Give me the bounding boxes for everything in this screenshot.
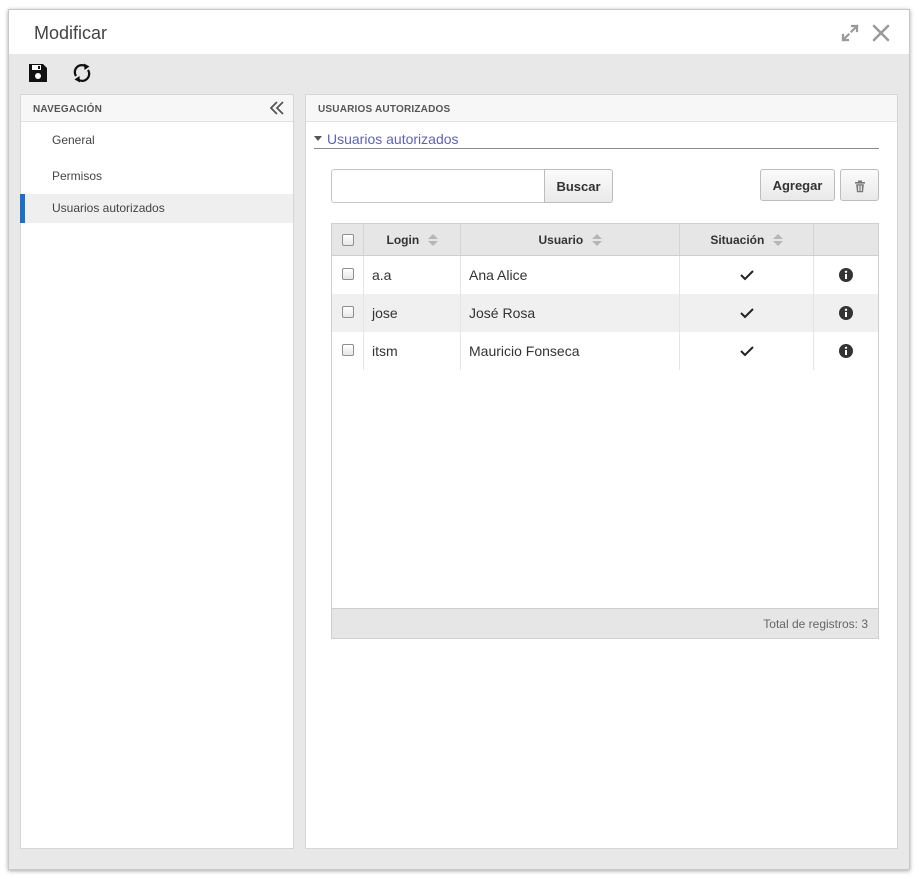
double-chevron-left-icon[interactable] [268, 99, 286, 117]
column-header-situacion-label: Situación [710, 233, 765, 247]
save-icon[interactable] [27, 62, 49, 84]
close-icon[interactable] [871, 23, 891, 43]
navigation-header-label: NAVEGACIÓN [33, 104, 103, 115]
trash-icon [854, 180, 865, 192]
situacion-cell [679, 256, 813, 294]
row-checkbox[interactable] [342, 344, 354, 356]
check-icon [739, 270, 754, 281]
situacion-cell [679, 332, 813, 370]
column-header-login-label: Login [386, 233, 420, 247]
search-input[interactable] [331, 169, 545, 203]
refresh-icon[interactable] [71, 62, 93, 84]
login-cell: itsm [363, 332, 460, 370]
sort-icon [427, 234, 438, 246]
row-check-cell [332, 332, 363, 370]
column-header-actions [813, 224, 878, 255]
row-checkbox[interactable] [342, 306, 354, 318]
info-cell [813, 332, 878, 370]
grid-footer-total: Total de registros: 3 [332, 608, 878, 638]
info-icon[interactable] [839, 344, 853, 358]
section-title: Usuarios autorizados [327, 131, 459, 147]
grid-header: Login Usuario Situación [332, 224, 878, 256]
sort-icon [772, 234, 783, 246]
table-row[interactable]: itsm Mauricio Fonseca [332, 332, 878, 370]
modify-dialog: Modificar NAVEGACIÓN General Permisos Us… [8, 9, 910, 870]
main-header: USUARIOS AUTORIZADOS [306, 95, 897, 122]
table-row[interactable]: jose José Rosa [332, 294, 878, 332]
situacion-cell [679, 294, 813, 332]
nav-item-permisos[interactable]: Permisos [21, 158, 293, 194]
row-check-cell [332, 256, 363, 294]
select-all-checkbox[interactable] [342, 234, 354, 246]
title-bar: Modificar [9, 10, 909, 54]
users-grid: Login Usuario Situación a.a Ana Alice jo… [331, 223, 879, 639]
row-checkbox[interactable] [342, 268, 354, 280]
header-select-all-cell [332, 224, 363, 255]
column-header-situacion[interactable]: Situación [679, 224, 813, 255]
login-cell: jose [363, 294, 460, 332]
column-header-login[interactable]: Login [363, 224, 460, 255]
info-cell [813, 294, 878, 332]
expand-icon[interactable] [840, 23, 860, 43]
column-header-usuario-label: Usuario [538, 233, 584, 247]
table-row[interactable]: a.a Ana Alice [332, 256, 878, 294]
delete-button[interactable] [840, 169, 879, 201]
column-header-usuario[interactable]: Usuario [460, 224, 679, 255]
nav-item-general[interactable]: General [21, 122, 293, 158]
usuario-cell: Mauricio Fonseca [460, 332, 679, 370]
add-button[interactable]: Agregar [760, 169, 835, 201]
info-cell [813, 256, 878, 294]
info-icon[interactable] [839, 268, 853, 282]
caret-down-icon [314, 136, 322, 141]
sort-icon [591, 234, 602, 246]
usuario-cell: Ana Alice [460, 256, 679, 294]
usuario-cell: José Rosa [460, 294, 679, 332]
login-cell: a.a [363, 256, 460, 294]
row-check-cell [332, 294, 363, 332]
section-toggle[interactable]: Usuarios autorizados [314, 131, 879, 149]
search-button[interactable]: Buscar [544, 169, 613, 203]
dialog-title: Modificar [34, 23, 108, 43]
check-icon [739, 346, 754, 357]
navigation-header: NAVEGACIÓN [21, 95, 293, 122]
toolbar [9, 54, 909, 94]
check-icon [739, 308, 754, 319]
nav-item-usuarios-autorizados[interactable]: Usuarios autorizados [20, 194, 293, 223]
main-panel: USUARIOS AUTORIZADOS Usuarios autorizado… [305, 94, 898, 849]
info-icon[interactable] [839, 306, 853, 320]
navigation-panel: NAVEGACIÓN General Permisos Usuarios aut… [20, 94, 294, 849]
